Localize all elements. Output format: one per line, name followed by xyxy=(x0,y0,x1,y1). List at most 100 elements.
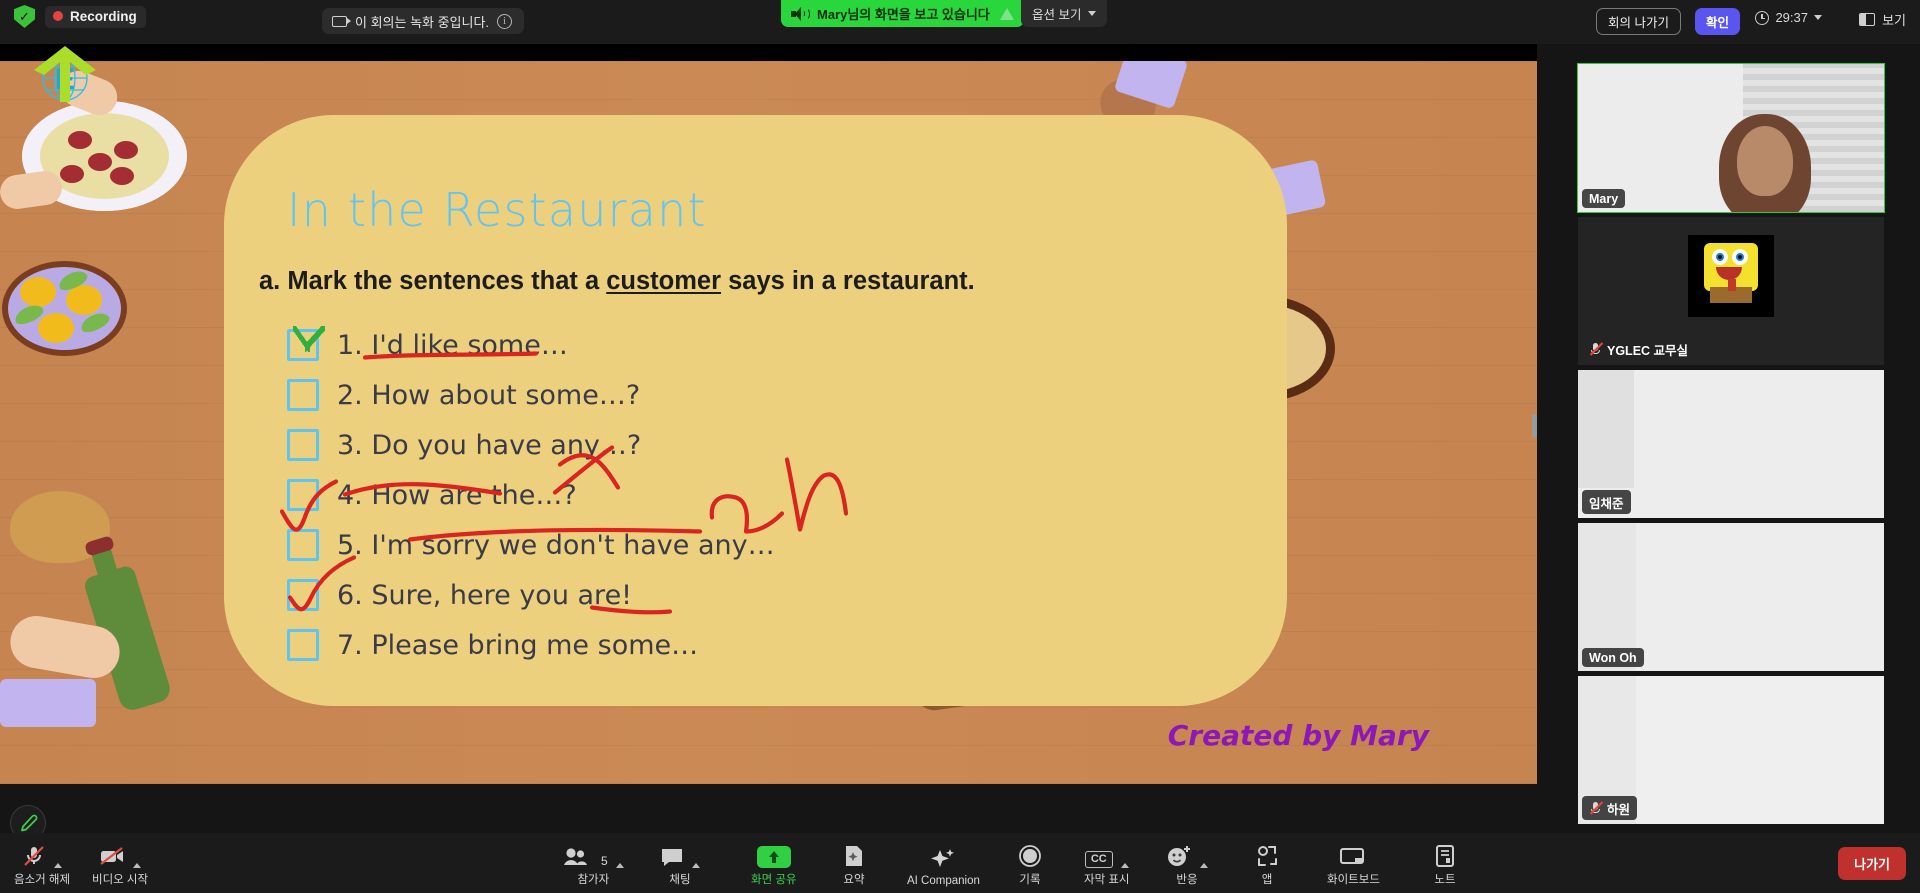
view-options-button[interactable]: 옵션 보기 xyxy=(1021,0,1108,27)
ai-companion-button[interactable]: AI Companion xyxy=(907,848,980,887)
checklist-item[interactable]: 3. Do you have any…? xyxy=(287,420,775,470)
participant-tile-yglec[interactable]: YGLEC 교무실 xyxy=(1578,217,1884,365)
checklist-item-label: 5. I'm sorry we don't have any… xyxy=(337,529,775,561)
checkbox-7[interactable] xyxy=(287,629,319,661)
sentence-checklist: 1. I'd like some… 2. How about some…? 3.… xyxy=(287,320,775,670)
leave-button[interactable]: 나가기 xyxy=(1838,847,1906,880)
checklist-item[interactable]: 7. Please bring me some… xyxy=(287,620,775,670)
video-button[interactable]: 비디오 시작 xyxy=(92,844,148,887)
participant-name-badge: 하원 xyxy=(1582,796,1638,820)
microphone-muted-icon xyxy=(24,846,44,866)
checklist-item-label: 4. How are the…? xyxy=(337,479,577,511)
recording-camera-icon xyxy=(332,15,351,27)
mic-options-caret-icon[interactable] xyxy=(54,863,63,868)
slide-content-card: In the Restaurant a. Mark the sentences … xyxy=(224,115,1287,706)
apps-label: 앱 xyxy=(1261,874,1273,886)
ai-companion-label: AI Companion xyxy=(907,875,980,887)
share-screen-icon xyxy=(756,846,791,868)
share-screen-button[interactable]: 화면 공유 xyxy=(751,844,797,887)
chevron-down-icon xyxy=(1088,11,1097,16)
info-icon[interactable]: i xyxy=(497,13,513,29)
captions-label: 자막 표시 xyxy=(1084,874,1130,886)
checklist-item-label: 3. Do you have any…? xyxy=(337,429,642,461)
participants-icon xyxy=(564,848,587,865)
meeting-timer[interactable]: 29:37 xyxy=(1755,10,1822,25)
recording-status-group: ✓ Recording xyxy=(14,5,146,28)
checkbox-6[interactable] xyxy=(287,579,319,611)
chat-button[interactable]: 채팅 xyxy=(660,844,700,887)
camera-muted-icon xyxy=(100,847,124,865)
checkbox-2[interactable] xyxy=(287,379,319,411)
checkbox-1[interactable] xyxy=(287,326,325,361)
share-banner-text: Mary님의 화면을 보고 있습니다 xyxy=(817,7,990,22)
participant-face xyxy=(1737,126,1794,197)
participant-tile-hawon[interactable]: 하원 xyxy=(1578,676,1884,824)
avatar-image xyxy=(1688,235,1774,317)
recording-dot-icon xyxy=(53,11,63,21)
captions-button[interactable]: CC 자막 표시 xyxy=(1084,844,1130,887)
notes-label: 노트 xyxy=(1434,874,1456,886)
chat-caret-icon[interactable] xyxy=(692,863,700,868)
share-upload-icon xyxy=(999,7,1014,20)
participants-label: 참가자 xyxy=(577,874,610,886)
recording-label: Recording xyxy=(70,8,137,24)
view-layout-button[interactable]: 보기 xyxy=(1859,10,1906,29)
summary-icon xyxy=(846,846,862,866)
shared-screen-stage[interactable]: In the Restaurant a. Mark the sentences … xyxy=(0,44,1537,784)
checkbox-5[interactable] xyxy=(287,529,319,561)
bottom-toolbar: 음소거 해제 비디오 시작 5 참가자 채팅 화면 공유 요약 AI Compa… xyxy=(0,833,1920,893)
captions-caret-icon[interactable] xyxy=(1120,863,1129,868)
chevron-down-icon xyxy=(1814,15,1822,20)
leave-meeting-button[interactable]: 회의 나가기 xyxy=(1596,8,1681,35)
checklist-item-label: 6. Sure, here you are! xyxy=(337,579,632,611)
video-label: 비디오 시작 xyxy=(92,874,149,886)
apps-icon xyxy=(1258,846,1277,866)
record-button[interactable]: 기록 xyxy=(1018,844,1042,887)
participant-tile-mary[interactable]: Mary xyxy=(1577,63,1885,213)
chat-label: 채팅 xyxy=(669,874,691,886)
recording-indicator[interactable]: Recording xyxy=(45,5,146,28)
participant-strip[interactable]: Mary YGLEC 교무실 임채준 Won Oh 하원 xyxy=(1577,63,1888,829)
whiteboard-icon xyxy=(1340,848,1365,864)
mute-button[interactable]: 음소거 해제 xyxy=(14,844,70,887)
zoom-meeting-window: ✓ Recording 이 회의는 녹화 중입니다. i Mary님의 화면을 … xyxy=(0,0,1920,893)
participants-button[interactable]: 5 참가자 xyxy=(563,844,624,887)
notes-icon xyxy=(1436,845,1454,867)
whiteboard-button[interactable]: 화이트보드 xyxy=(1327,844,1380,887)
speaker-icon xyxy=(791,6,810,21)
checkbox-4[interactable] xyxy=(287,479,319,511)
screen-share-banner: Mary님의 화면을 보고 있습니다 xyxy=(781,0,1024,27)
checklist-item[interactable]: 2. How about some…? xyxy=(287,370,775,420)
summary-button[interactable]: 요약 xyxy=(842,844,866,887)
apps-button[interactable]: 앱 xyxy=(1255,844,1279,887)
reactions-button[interactable]: 반응 xyxy=(1166,844,1208,887)
mic-muted-icon xyxy=(1589,342,1604,356)
mic-muted-icon xyxy=(1589,801,1604,815)
checklist-item[interactable]: 4. How are the…? xyxy=(287,470,775,520)
participant-name-badge: Won Oh xyxy=(1582,648,1644,667)
notes-button[interactable]: 노트 xyxy=(1434,844,1456,887)
video-options-caret-icon[interactable] xyxy=(133,863,142,868)
share-screen-label: 화면 공유 xyxy=(751,874,797,886)
checkbox-3[interactable] xyxy=(287,429,319,461)
ai-sparkle-icon xyxy=(931,849,955,867)
record-icon xyxy=(1019,845,1041,867)
participant-tile-wonoh[interactable]: Won Oh xyxy=(1578,523,1884,671)
question-prefix: a. Mark the sentences that a xyxy=(259,267,607,295)
stage-scrollbar[interactable] xyxy=(1532,414,1537,438)
checklist-item[interactable]: 6. Sure, here you are! xyxy=(287,570,775,620)
view-options-label: 옵션 보기 xyxy=(1032,8,1082,22)
sleeve-illustration xyxy=(0,679,96,727)
whiteboard-label: 화이트보드 xyxy=(1327,874,1380,886)
participants-caret-icon[interactable] xyxy=(615,863,624,868)
checklist-item[interactable]: 5. I'm sorry we don't have any… xyxy=(287,520,775,570)
confirm-button[interactable]: 확인 xyxy=(1694,8,1740,35)
slide-title: In the Restaurant xyxy=(287,183,707,237)
checklist-item[interactable]: 1. I'd like some… xyxy=(287,320,775,370)
record-label: 기록 xyxy=(1019,874,1041,886)
participant-tile-imchaejun[interactable]: 임채준 xyxy=(1578,370,1884,518)
reactions-label: 반응 xyxy=(1176,874,1198,886)
reactions-caret-icon[interactable] xyxy=(1200,863,1208,868)
participant-name-badge: YGLEC 교무실 xyxy=(1582,337,1695,361)
participant-name-badge: 임채준 xyxy=(1582,490,1631,514)
